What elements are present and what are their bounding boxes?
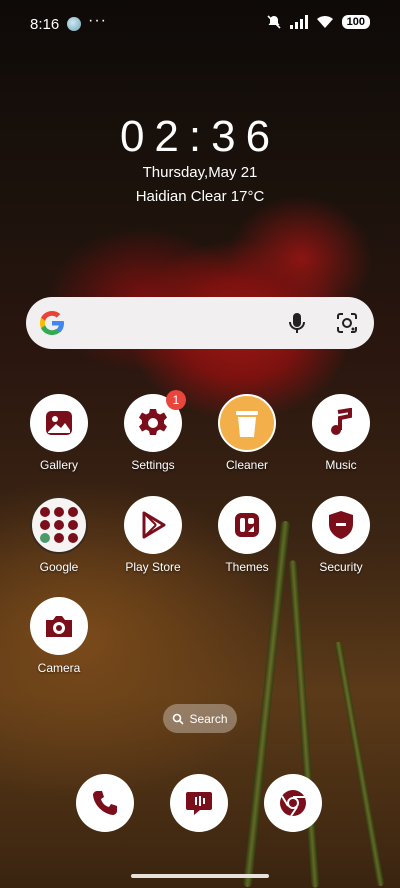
search-pill-label: Search — [189, 711, 228, 726]
app-label: Camera — [37, 661, 81, 675]
security-shield-icon — [312, 496, 370, 554]
more-notifications-icon: ··· — [88, 12, 107, 29]
app-themes[interactable]: Themes — [205, 496, 289, 574]
app-gallery[interactable]: Gallery — [17, 394, 101, 472]
settings-gear-icon: 1 — [124, 390, 186, 452]
app-music[interactable]: Music — [299, 394, 383, 472]
camera-icon — [30, 597, 88, 655]
dock-phone[interactable] — [76, 774, 134, 832]
phone-icon — [93, 791, 117, 815]
app-cleaner[interactable]: Cleaner — [205, 394, 289, 472]
app-camera[interactable]: Camera — [17, 597, 101, 675]
app-label: Settings — [131, 458, 175, 472]
weather[interactable]: Haidian Clear 17°C — [0, 188, 400, 205]
app-search-pill[interactable]: Search — [163, 704, 237, 733]
mute-icon — [267, 15, 281, 29]
clock[interactable]: 02:36 — [0, 112, 400, 162]
notification-badge: 1 — [166, 390, 186, 410]
google-folder-icon — [30, 496, 88, 554]
messages-icon — [186, 792, 212, 815]
app-label: Security — [319, 560, 363, 574]
status-bar: 8:16 ··· 100 — [0, 0, 400, 48]
app-security[interactable]: Security — [299, 496, 383, 574]
dock-chrome[interactable] — [264, 774, 322, 832]
app-label: Cleaner — [225, 458, 269, 472]
google-g-icon — [40, 311, 64, 335]
chrome-icon — [280, 790, 306, 817]
app-label: Google — [39, 560, 79, 574]
google-lens-icon[interactable] — [334, 310, 360, 336]
dock-messages[interactable] — [170, 774, 228, 832]
battery-indicator: 100 — [341, 15, 370, 29]
play-store-icon — [124, 496, 182, 554]
date[interactable]: Thursday,May 21 — [0, 164, 400, 181]
cleaner-trash-icon — [218, 394, 276, 452]
gallery-icon — [30, 394, 88, 452]
wifi-icon — [316, 15, 333, 28]
app-label: Themes — [225, 560, 269, 574]
microphone-icon[interactable] — [284, 310, 310, 336]
app-google-folder[interactable]: Google — [17, 496, 101, 574]
app-label: Play Store — [125, 560, 181, 574]
themes-icon — [218, 496, 276, 554]
search-icon — [173, 713, 185, 725]
music-note-icon — [312, 394, 370, 452]
app-label: Gallery — [39, 458, 78, 472]
notification-app-icon — [67, 17, 81, 31]
home-indicator[interactable] — [131, 874, 269, 878]
app-label: Music — [325, 458, 357, 472]
app-play-store[interactable]: Play Store — [111, 496, 195, 574]
app-settings[interactable]: 1 Settings — [111, 390, 195, 472]
signal-icon — [289, 15, 308, 29]
status-time: 8:16 — [30, 16, 60, 33]
google-search-bar[interactable] — [26, 297, 374, 349]
